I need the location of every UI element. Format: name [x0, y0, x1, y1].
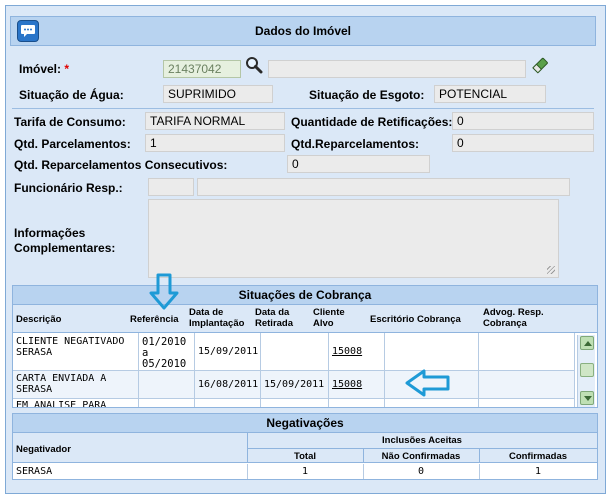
- cobranca-section: Situações de Cobrança Descrição Referênc…: [12, 285, 598, 408]
- cobranca-scrollbar[interactable]: [577, 335, 595, 407]
- parcelamentos-value: 1: [145, 134, 285, 152]
- col-sep: [479, 464, 480, 479]
- retificacoes-value: 0: [452, 112, 594, 130]
- retificacoes-label: Quantidade de Retificações:: [291, 115, 453, 129]
- scroll-thumb[interactable]: [580, 363, 594, 377]
- col-total: Total: [294, 451, 316, 462]
- col-sep: [363, 448, 364, 462]
- col-referencia: Referência: [130, 314, 179, 325]
- col-data-implantacao: Data de Implantação: [189, 307, 245, 329]
- eraser-icon[interactable]: [530, 55, 550, 75]
- funcionario-name-field: [197, 178, 570, 196]
- scroll-up-button[interactable]: [580, 336, 594, 350]
- table-row[interactable]: SERASA 1 0 1: [13, 464, 597, 479]
- reparcelamentos-value: 0: [452, 134, 594, 152]
- table-row[interactable]: CLIENTE NEGATIVADO SERASA 01/2010 a 05/2…: [13, 333, 575, 371]
- cell-advog: [479, 371, 575, 398]
- col-data-retirada: Data da Retirada: [255, 307, 294, 329]
- arrow-down-icon: [584, 396, 592, 401]
- cell-descricao: CARTA ENVIADA A SERASA: [13, 371, 139, 398]
- informacoes-label-line1: Informações: [14, 226, 86, 240]
- tarifa-label: Tarifa de Consumo:: [14, 115, 126, 129]
- col-negativador: Negativador: [16, 444, 71, 455]
- col-nao-confirmadas: Não Confirmadas: [381, 451, 461, 462]
- col-sep: [363, 464, 364, 479]
- resize-grip-icon[interactable]: [547, 266, 555, 274]
- reparc-consecutivos-value: 0: [287, 155, 430, 173]
- parcelamentos-label: Qtd. Parcelamentos:: [14, 137, 131, 151]
- arrow-up-icon: [584, 341, 592, 346]
- cell-data-retirada: 15/09/2011: [261, 371, 329, 398]
- divider: [12, 108, 594, 109]
- cell-confirmadas: 1: [534, 466, 542, 477]
- col-sep: [247, 433, 248, 462]
- reparc-consecutivos-label: Qtd. Reparcelamentos Consecutivos:: [14, 158, 228, 172]
- cell-data-implantacao: 16/08/2011: [195, 371, 261, 398]
- situacao-agua-value: SUPRIMIDO: [163, 85, 273, 103]
- informacoes-textarea[interactable]: [148, 199, 559, 278]
- negativacoes-table-header: Negativador Inclusões Aceitas Total Não …: [13, 433, 597, 463]
- col-confirmadas: Confirmadas: [508, 451, 568, 462]
- situacao-esgoto-value: POTENCIAL: [434, 85, 546, 103]
- matricula-input[interactable]: 21437042: [163, 60, 241, 78]
- tarifa-value: TARIFA NORMAL: [145, 112, 285, 130]
- table-row[interactable]: EM ANALISE PARA: [13, 399, 575, 407]
- dados-imovel-header: Dados do Imóvel: [10, 16, 596, 46]
- negativacoes-title: Negativações: [13, 414, 597, 433]
- cell-nao-confirmadas: 0: [417, 466, 425, 477]
- situacao-agua-label: Situação de Água:: [19, 88, 124, 102]
- table-row[interactable]: CARTA ENVIADA A SERASA 16/08/2011 15/09/…: [13, 371, 575, 399]
- situacao-esgoto-label: Situação de Esgoto:: [309, 88, 425, 102]
- cell-cliente-alvo-link[interactable]: 15008: [329, 333, 385, 370]
- imovel-label: Imóvel: *: [19, 62, 70, 76]
- cell-data-retirada: [261, 399, 329, 407]
- cobranca-table-header: Descrição Referência Data de Implantação…: [13, 305, 597, 333]
- cell-escritorio: [385, 399, 479, 407]
- scroll-down-button[interactable]: [580, 391, 594, 405]
- cell-descricao: EM ANALISE PARA: [13, 399, 139, 407]
- cobranca-title: Situações de Cobrança: [13, 286, 597, 305]
- col-inclusoes: Inclusões Aceitas: [382, 435, 462, 446]
- cell-escritorio: [385, 333, 479, 370]
- informacoes-label-line2: Complementares:: [14, 241, 116, 255]
- reparcelamentos-label: Qtd.Reparcelamentos:: [291, 137, 420, 151]
- cell-data-retirada: [261, 333, 329, 370]
- col-descricao: Descrição: [16, 314, 62, 325]
- col-cliente-alvo: Cliente Alvo: [313, 307, 345, 329]
- cell-data-implantacao: [195, 399, 261, 407]
- cell-descricao: CLIENTE NEGATIVADO SERASA: [13, 333, 139, 370]
- annotation-arrow-left-icon: [405, 369, 450, 397]
- cell-advog: [479, 333, 575, 370]
- cell-cliente-alvo: [329, 399, 385, 407]
- cell-referencia: [139, 399, 195, 407]
- cell-referencia: 01/2010 a 05/2010: [139, 333, 195, 370]
- header-divider: [247, 448, 597, 449]
- col-advog: Advog. Resp. Cobrança: [483, 307, 544, 329]
- annotation-arrow-down-icon: [149, 273, 179, 310]
- funcionario-code-field: [148, 178, 194, 196]
- col-sep: [479, 448, 480, 462]
- funcionario-label: Funcionário Resp.:: [14, 181, 123, 195]
- cell-referencia: [139, 371, 195, 398]
- negativacoes-section: Negativações Negativador Inclusões Aceit…: [12, 413, 598, 480]
- required-mark: *: [64, 62, 70, 76]
- cell-cliente-alvo-link[interactable]: 15008: [329, 371, 385, 398]
- col-sep: [247, 464, 248, 479]
- col-escritorio: Escritório Cobrança: [370, 314, 461, 325]
- cell-data-implantacao: 15/09/2011: [195, 333, 261, 370]
- page-title: Dados do Imóvel: [254, 24, 352, 38]
- cell-advog: [479, 399, 575, 407]
- search-icon[interactable]: [244, 55, 264, 75]
- cell-total: 1: [301, 466, 309, 477]
- endereco-field: [268, 60, 526, 78]
- cell-negativador: SERASA: [16, 466, 53, 477]
